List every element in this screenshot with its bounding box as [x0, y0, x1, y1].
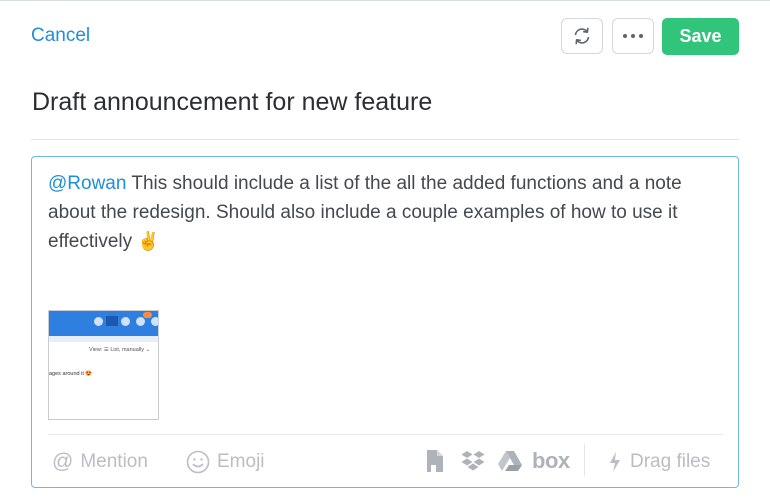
mention-button[interactable]: @ Mention [52, 450, 148, 474]
thumbnail-star-icon [94, 317, 103, 326]
victory-emoji: ✌️ [137, 231, 160, 251]
smiley-icon [186, 450, 210, 474]
emoji-label: Emoji [217, 451, 265, 472]
thumbnail-subbar [49, 336, 158, 342]
thumbnail-bell-icon [151, 317, 158, 326]
comment-editor[interactable]: @Rowan This should include a list of the… [31, 156, 739, 488]
title-divider [31, 139, 739, 140]
at-icon: @ [52, 450, 74, 473]
toolbar-vertical-divider [584, 444, 585, 476]
mention-tag[interactable]: @Rowan [48, 173, 126, 194]
refresh-button[interactable] [561, 18, 603, 54]
more-dots-icon [623, 34, 643, 38]
thumbnail-body-text: ages around it 😍 [49, 371, 93, 377]
drag-files-area[interactable]: Drag files [607, 450, 710, 474]
drag-files-label: Drag files [630, 451, 711, 472]
toolbar-divider [48, 434, 723, 435]
refresh-icon [574, 27, 590, 45]
cancel-button[interactable]: Cancel [31, 25, 90, 47]
google-drive-icon[interactable] [497, 449, 523, 473]
mention-label: Mention [80, 451, 148, 472]
thumbnail-header-bar [49, 311, 158, 336]
dropbox-icon[interactable] [460, 449, 486, 473]
comment-text[interactable]: @Rowan This should include a list of the… [48, 169, 723, 256]
top-border [0, 0, 770, 1]
more-options-button[interactable] [612, 18, 654, 54]
save-button[interactable]: Save [662, 18, 739, 55]
file-upload-icon[interactable] [425, 449, 445, 473]
thumbnail-view-text: View: ☰ List, manually ⌄ [89, 347, 151, 353]
thumbnail-search-box [106, 316, 118, 326]
thumbnail-badge [143, 312, 152, 318]
box-icon[interactable]: box [532, 448, 570, 474]
task-title[interactable]: Draft announcement for new feature [32, 88, 432, 117]
thumbnail-chat-icon [136, 317, 145, 326]
emoji-button[interactable]: Emoji [186, 450, 265, 474]
thumbnail-help-icon [121, 317, 130, 326]
drag-arrow-icon [610, 452, 620, 472]
attachment-thumbnail[interactable]: View: ☰ List, manually ⌄ ages around it … [48, 310, 159, 420]
